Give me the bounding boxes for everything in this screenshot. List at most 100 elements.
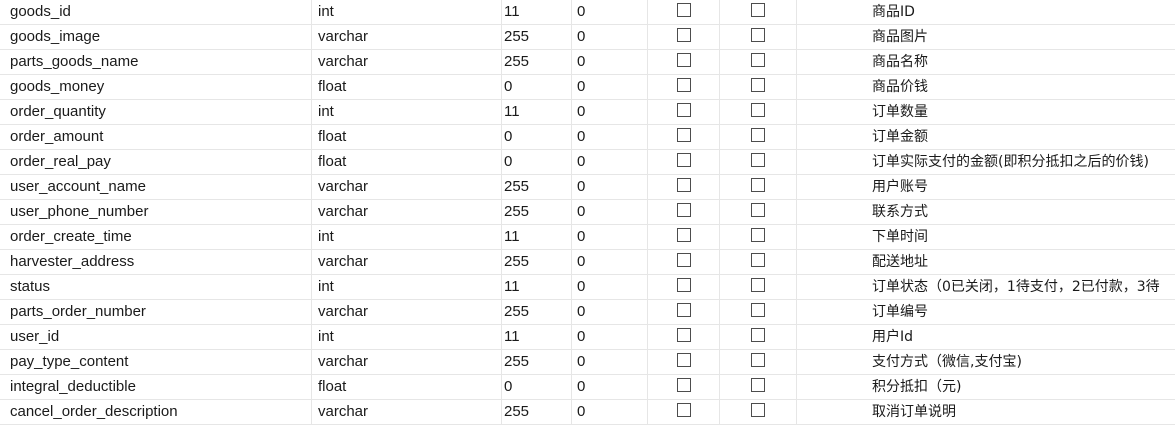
table-row[interactable]: order_quantity int 11 0 订单数量 <box>0 100 1175 125</box>
field-type-cell[interactable]: varchar <box>311 250 501 274</box>
field-comment-cell[interactable]: 下单时间 <box>796 225 1175 249</box>
key-checkbox[interactable] <box>751 328 765 342</box>
field-decimals-cell[interactable]: 0 <box>571 150 647 174</box>
not-null-checkbox[interactable] <box>677 178 691 192</box>
field-decimals-cell[interactable]: 0 <box>571 200 647 224</box>
field-type-cell[interactable]: float <box>311 125 501 149</box>
not-null-checkbox[interactable] <box>677 278 691 292</box>
key-checkbox[interactable] <box>751 353 765 367</box>
key-checkbox[interactable] <box>751 203 765 217</box>
field-comment-cell[interactable]: 取消订单说明 <box>796 400 1175 424</box>
field-comment-cell[interactable]: 用户Id <box>796 325 1175 349</box>
field-name-cell[interactable]: parts_goods_name <box>0 50 311 74</box>
table-row[interactable]: user_id int 11 0 用户Id <box>0 325 1175 350</box>
table-row[interactable]: goods_money float 0 0 商品价钱 <box>0 75 1175 100</box>
not-null-cell[interactable] <box>647 375 719 399</box>
key-cell[interactable] <box>719 50 796 74</box>
key-checkbox[interactable] <box>751 253 765 267</box>
key-checkbox[interactable] <box>751 403 765 417</box>
field-type-cell[interactable]: varchar <box>311 175 501 199</box>
field-type-cell[interactable]: int <box>311 325 501 349</box>
key-cell[interactable] <box>719 100 796 124</box>
table-row[interactable]: pay_type_content varchar 255 0 支付方式（微信,支付宝) <box>0 350 1175 375</box>
field-length-cell[interactable]: 255 <box>501 350 571 374</box>
key-cell[interactable] <box>719 400 796 424</box>
field-name-cell[interactable]: status <box>0 275 311 299</box>
field-decimals-cell[interactable]: 0 <box>571 225 647 249</box>
field-comment-cell[interactable]: 订单编号 <box>796 300 1175 324</box>
key-cell[interactable] <box>719 150 796 174</box>
key-checkbox[interactable] <box>751 278 765 292</box>
key-cell[interactable] <box>719 275 796 299</box>
field-length-cell[interactable]: 255 <box>501 300 571 324</box>
not-null-cell[interactable] <box>647 400 719 424</box>
table-row[interactable]: harvester_address varchar 255 0 配送地址 <box>0 250 1175 275</box>
field-length-cell[interactable]: 11 <box>501 225 571 249</box>
field-comment-cell[interactable]: 订单状态（0已关闭，1待支付，2已付款，3待 <box>796 275 1175 299</box>
key-checkbox[interactable] <box>751 178 765 192</box>
field-length-cell[interactable]: 255 <box>501 400 571 424</box>
table-row[interactable]: goods_id int 11 0 商品ID <box>0 0 1175 25</box>
field-type-cell[interactable]: varchar <box>311 350 501 374</box>
field-name-cell[interactable]: goods_id <box>0 0 311 24</box>
field-name-cell[interactable]: parts_order_number <box>0 300 311 324</box>
field-decimals-cell[interactable]: 0 <box>571 300 647 324</box>
field-length-cell[interactable]: 11 <box>501 325 571 349</box>
field-comment-cell[interactable]: 配送地址 <box>796 250 1175 274</box>
field-decimals-cell[interactable]: 0 <box>571 100 647 124</box>
field-type-cell[interactable]: int <box>311 100 501 124</box>
field-name-cell[interactable]: order_quantity <box>0 100 311 124</box>
field-length-cell[interactable]: 0 <box>501 150 571 174</box>
not-null-cell[interactable] <box>647 275 719 299</box>
field-type-cell[interactable]: int <box>311 0 501 24</box>
field-length-cell[interactable]: 0 <box>501 125 571 149</box>
field-decimals-cell[interactable]: 0 <box>571 50 647 74</box>
key-cell[interactable] <box>719 325 796 349</box>
not-null-checkbox[interactable] <box>677 328 691 342</box>
table-row[interactable]: user_account_name varchar 255 0 用户账号 <box>0 175 1175 200</box>
field-type-cell[interactable]: int <box>311 225 501 249</box>
not-null-cell[interactable] <box>647 250 719 274</box>
table-row[interactable]: order_create_time int 11 0 下单时间 <box>0 225 1175 250</box>
field-comment-cell[interactable]: 商品图片 <box>796 25 1175 49</box>
key-checkbox[interactable] <box>751 153 765 167</box>
not-null-checkbox[interactable] <box>677 403 691 417</box>
not-null-checkbox[interactable] <box>677 78 691 92</box>
not-null-checkbox[interactable] <box>677 253 691 267</box>
field-length-cell[interactable]: 255 <box>501 175 571 199</box>
not-null-cell[interactable] <box>647 25 719 49</box>
field-type-cell[interactable]: varchar <box>311 25 501 49</box>
field-decimals-cell[interactable]: 0 <box>571 275 647 299</box>
key-checkbox[interactable] <box>751 3 765 17</box>
field-decimals-cell[interactable]: 0 <box>571 175 647 199</box>
key-cell[interactable] <box>719 125 796 149</box>
field-name-cell[interactable]: pay_type_content <box>0 350 311 374</box>
field-comment-cell[interactable]: 商品价钱 <box>796 75 1175 99</box>
field-decimals-cell[interactable]: 0 <box>571 350 647 374</box>
field-comment-cell[interactable]: 订单金额 <box>796 125 1175 149</box>
field-comment-cell[interactable]: 订单数量 <box>796 100 1175 124</box>
field-name-cell[interactable]: user_account_name <box>0 175 311 199</box>
field-decimals-cell[interactable]: 0 <box>571 0 647 24</box>
not-null-cell[interactable] <box>647 150 719 174</box>
not-null-cell[interactable] <box>647 350 719 374</box>
not-null-checkbox[interactable] <box>677 303 691 317</box>
field-length-cell[interactable]: 11 <box>501 0 571 24</box>
not-null-checkbox[interactable] <box>677 128 691 142</box>
not-null-checkbox[interactable] <box>677 3 691 17</box>
not-null-cell[interactable] <box>647 125 719 149</box>
key-cell[interactable] <box>719 200 796 224</box>
key-checkbox[interactable] <box>751 103 765 117</box>
not-null-cell[interactable] <box>647 175 719 199</box>
field-comment-cell[interactable]: 商品名称 <box>796 50 1175 74</box>
not-null-checkbox[interactable] <box>677 378 691 392</box>
field-name-cell[interactable]: goods_money <box>0 75 311 99</box>
table-row[interactable]: user_phone_number varchar 255 0 联系方式 <box>0 200 1175 225</box>
key-cell[interactable] <box>719 250 796 274</box>
not-null-checkbox[interactable] <box>677 28 691 42</box>
key-cell[interactable] <box>719 300 796 324</box>
table-row[interactable]: status int 11 0 订单状态（0已关闭，1待支付，2已付款，3待 <box>0 275 1175 300</box>
field-type-cell[interactable]: varchar <box>311 300 501 324</box>
field-name-cell[interactable]: order_create_time <box>0 225 311 249</box>
field-comment-cell[interactable]: 联系方式 <box>796 200 1175 224</box>
